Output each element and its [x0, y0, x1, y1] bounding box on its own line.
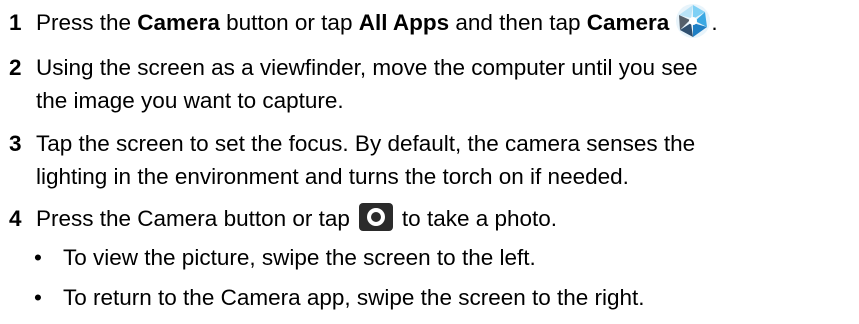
step-text-line: Tap the screen to set the focus. By defa…	[36, 131, 696, 156]
step-text: Press the Camera button or tap to take a…	[36, 202, 854, 235]
step-number: 3	[9, 131, 22, 156]
camera-app-icon	[675, 3, 711, 39]
bullet-symbol: •	[34, 245, 42, 270]
step-number: 2	[9, 55, 22, 80]
step-1: 1 Press the Camera button or tap All App…	[9, 3, 854, 39]
bullet-item: • To return to the Camera app, swipe the…	[9, 281, 854, 314]
bullet-item: • To view the picture, swipe the screen …	[9, 241, 854, 274]
step-number: 4	[9, 206, 22, 231]
text-fragment: button or tap	[219, 10, 359, 35]
bullet-symbol: •	[34, 285, 42, 310]
bullet-text: To return to the Camera app, swipe the s…	[63, 285, 645, 310]
text-fragment: to take a photo.	[401, 206, 558, 231]
text-fragment: and then tap	[449, 10, 587, 35]
step-text-line: Using the screen as a viewfinder, move t…	[36, 55, 698, 80]
bullet-text: To view the picture, swipe the screen to…	[63, 245, 536, 270]
step-number: 1	[9, 10, 22, 35]
camera-app-label: Camera	[586, 10, 670, 35]
all-apps-label: All Apps	[358, 10, 450, 35]
text-fragment: .	[711, 10, 718, 35]
step-text-line: lighting in the environment and turns th…	[36, 164, 629, 189]
step-4: 4 Press the Camera button or tap to take…	[9, 202, 854, 235]
step-text-line: the image you want to capture.	[36, 88, 344, 113]
text-fragment: Press the Camera button or tap	[36, 206, 350, 231]
step-2: 2 Using the screen as a viewfinder, move…	[9, 51, 854, 117]
step-3: 3 Tap the screen to set the focus. By de…	[9, 127, 854, 193]
step-text: Press the Camera button or tap All Apps …	[36, 3, 854, 39]
text-fragment: Press the	[36, 10, 138, 35]
camera-shutter-icon	[358, 202, 394, 232]
camera-button-label: Camera	[137, 10, 220, 35]
